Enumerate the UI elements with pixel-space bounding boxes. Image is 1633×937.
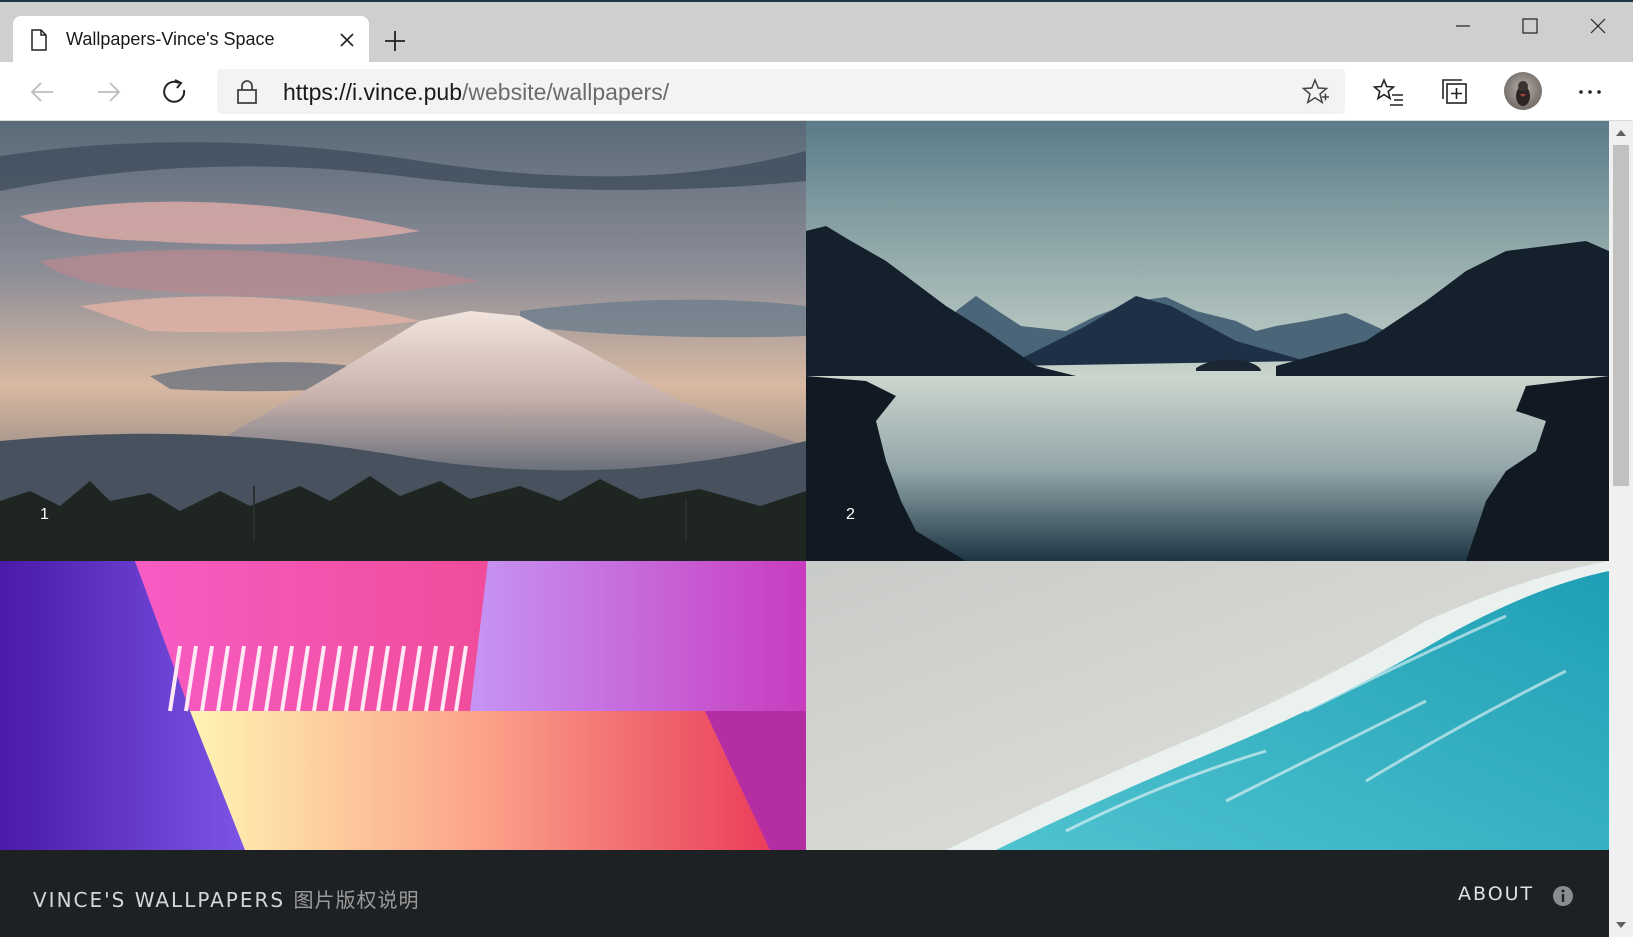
title-bar: Wallpapers-Vince's Space [0,0,1633,64]
url-text[interactable]: https://i.vince.pub/website/wallpapers/ [283,79,669,106]
avatar[interactable] [1504,72,1542,110]
lake-wallpaper-image [806,121,1609,561]
wallpaper-tile[interactable]: 1 [0,121,806,561]
window-close-icon[interactable] [1568,8,1628,44]
wallpaper-tile[interactable] [806,561,1609,850]
maximize-icon[interactable] [1500,8,1560,44]
arrow-left-icon[interactable] [25,74,61,110]
star-add-icon[interactable] [1300,77,1330,107]
page-content: 1 2 VINCE'S WALLPAPERS 图片版权说明 ABOUT [0,121,1609,937]
wallpaper-tile[interactable] [0,561,806,850]
ocean-wallpaper-image [806,561,1609,850]
favorites-icon[interactable] [1372,75,1406,109]
refresh-icon[interactable] [157,74,193,110]
scroll-down-icon[interactable] [1609,917,1633,933]
site-footer: VINCE'S WALLPAPERS 图片版权说明 ABOUT [0,850,1609,937]
wallpaper-number: 1 [40,506,49,523]
scrollbar[interactable] [1609,121,1633,937]
mountain-wallpaper-image [0,121,806,561]
wallpaper-tile[interactable]: 2 [806,121,1609,561]
site-title: VINCE'S WALLPAPERS 图片版权说明 [33,884,419,913]
close-icon[interactable] [335,28,359,52]
scrollbar-thumb[interactable] [1613,145,1629,486]
url-host: https://i.vince.pub [283,79,462,105]
url-path: /website/wallpapers/ [462,79,670,105]
about-link[interactable]: ABOUT [1458,883,1534,905]
scroll-up-icon[interactable] [1609,125,1633,141]
info-icon[interactable] [1552,885,1574,907]
copyright-link[interactable]: 图片版权说明 [293,888,419,912]
plus-icon[interactable] [380,26,410,56]
neon-wallpaper-image [0,561,806,850]
tab-title: Wallpapers-Vince's Space [66,29,275,49]
browser-tab[interactable]: Wallpapers-Vince's Space [13,16,369,64]
wallpaper-number: 2 [846,506,855,523]
collections-icon[interactable] [1438,75,1472,109]
minimize-icon[interactable] [1433,8,1493,44]
site-title-text: VINCE'S WALLPAPERS [33,888,286,912]
lock-icon [237,80,257,104]
more-icon[interactable] [1573,75,1607,109]
avatar-image [1516,81,1530,106]
address-bar[interactable]: https://i.vince.pub/website/wallpapers/ [217,69,1345,114]
browser-toolbar: https://i.vince.pub/website/wallpapers/ [0,62,1633,121]
arrow-right-icon[interactable] [90,74,126,110]
page-icon [31,29,47,51]
